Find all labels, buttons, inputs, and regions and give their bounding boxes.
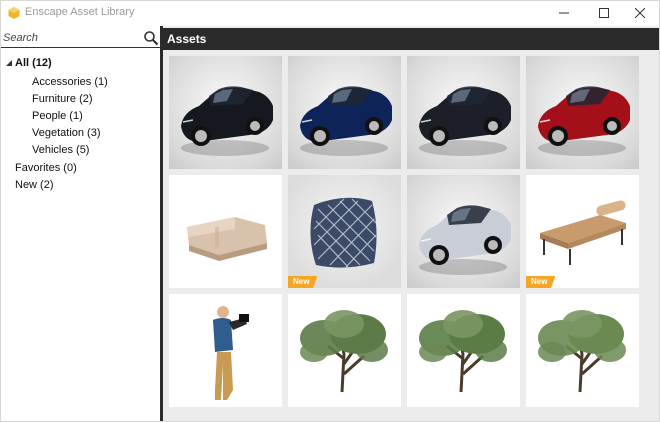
asset-tile-car-silver[interactable] — [407, 175, 520, 288]
asset-tile-tree-1[interactable] — [288, 294, 401, 407]
tree-item[interactable]: Accessories (1) — [32, 74, 108, 90]
asset-tile-sofa[interactable] — [169, 175, 282, 288]
assets-panel: Assets New New — [163, 26, 659, 421]
new-badge: New — [526, 276, 556, 288]
maximize-button[interactable] — [585, 1, 623, 25]
expand-triangle-icon[interactable] — [5, 59, 13, 67]
tree-item[interactable]: Vehicles (5) — [32, 142, 89, 158]
tree-item[interactable]: Vegetation (3) — [32, 125, 101, 141]
tree-item-label: New (2) — [15, 179, 54, 191]
new-badge: New — [288, 276, 318, 288]
minimize-icon — [559, 12, 569, 14]
asset-tile-person-photographer[interactable] — [169, 294, 282, 407]
title-bar: Enscape Asset Library — [1, 1, 659, 25]
tree-item[interactable]: All (12) — [5, 55, 52, 71]
cushion-thumbnail — [310, 197, 377, 268]
search-icon[interactable] — [143, 30, 159, 46]
search-box — [1, 28, 160, 48]
person-thumbnail — [213, 306, 249, 400]
tree-item-label: All (12) — [15, 57, 52, 69]
asset-tile-car-dark-gray[interactable] — [407, 56, 520, 169]
maximize-icon — [599, 8, 609, 18]
tree-item-label: People (1) — [32, 110, 83, 122]
tree-thumbnail — [538, 310, 626, 393]
tree-item-label: Favorites (0) — [15, 162, 77, 174]
car-thumbnail — [419, 86, 511, 156]
asset-tile-daybed[interactable]: New — [526, 175, 639, 288]
assets-title: Assets — [167, 32, 207, 46]
asset-tile-tree-2[interactable] — [407, 294, 520, 407]
close-button[interactable] — [621, 1, 659, 25]
app-window: Enscape Asset Library All (12) Accessorie… — [0, 0, 660, 422]
category-panel: All (12) Accessories (1) Furniture (2) Peop… — [1, 26, 160, 421]
tree-item-label: Vegetation (3) — [32, 127, 101, 139]
tree-item[interactable]: New (2) — [15, 177, 54, 193]
daybed-thumbnail — [540, 200, 626, 265]
tree-item-label: Accessories (1) — [32, 76, 108, 88]
minimize-button[interactable] — [545, 1, 583, 25]
tree-item-label: Vehicles (5) — [32, 144, 90, 156]
assets-header: Assets — [163, 28, 659, 50]
asset-tile-cushion[interactable]: New — [288, 175, 401, 288]
tree-item[interactable]: Furniture (2) — [32, 91, 93, 107]
asset-tile-car-black[interactable] — [169, 56, 282, 169]
tree-thumbnail — [300, 310, 388, 393]
asset-tile-car-red[interactable] — [526, 56, 639, 169]
tree-thumbnail — [419, 310, 507, 393]
close-icon — [635, 8, 645, 18]
tree-item[interactable]: People (1) — [32, 108, 83, 124]
asset-tile-car-blue[interactable] — [288, 56, 401, 169]
car-thumbnail — [419, 205, 511, 275]
car-thumbnail — [300, 86, 392, 156]
car-thumbnail — [181, 86, 273, 156]
asset-tile-tree-3[interactable] — [526, 294, 639, 407]
search-input[interactable] — [3, 30, 139, 45]
tree-item-label: Furniture (2) — [32, 93, 93, 105]
sofa-thumbnail — [187, 217, 267, 261]
window-title: Enscape Asset Library — [25, 6, 135, 18]
tree-item[interactable]: Favorites (0) — [15, 160, 77, 176]
car-thumbnail — [538, 86, 630, 156]
enscape-logo-icon — [8, 7, 20, 19]
